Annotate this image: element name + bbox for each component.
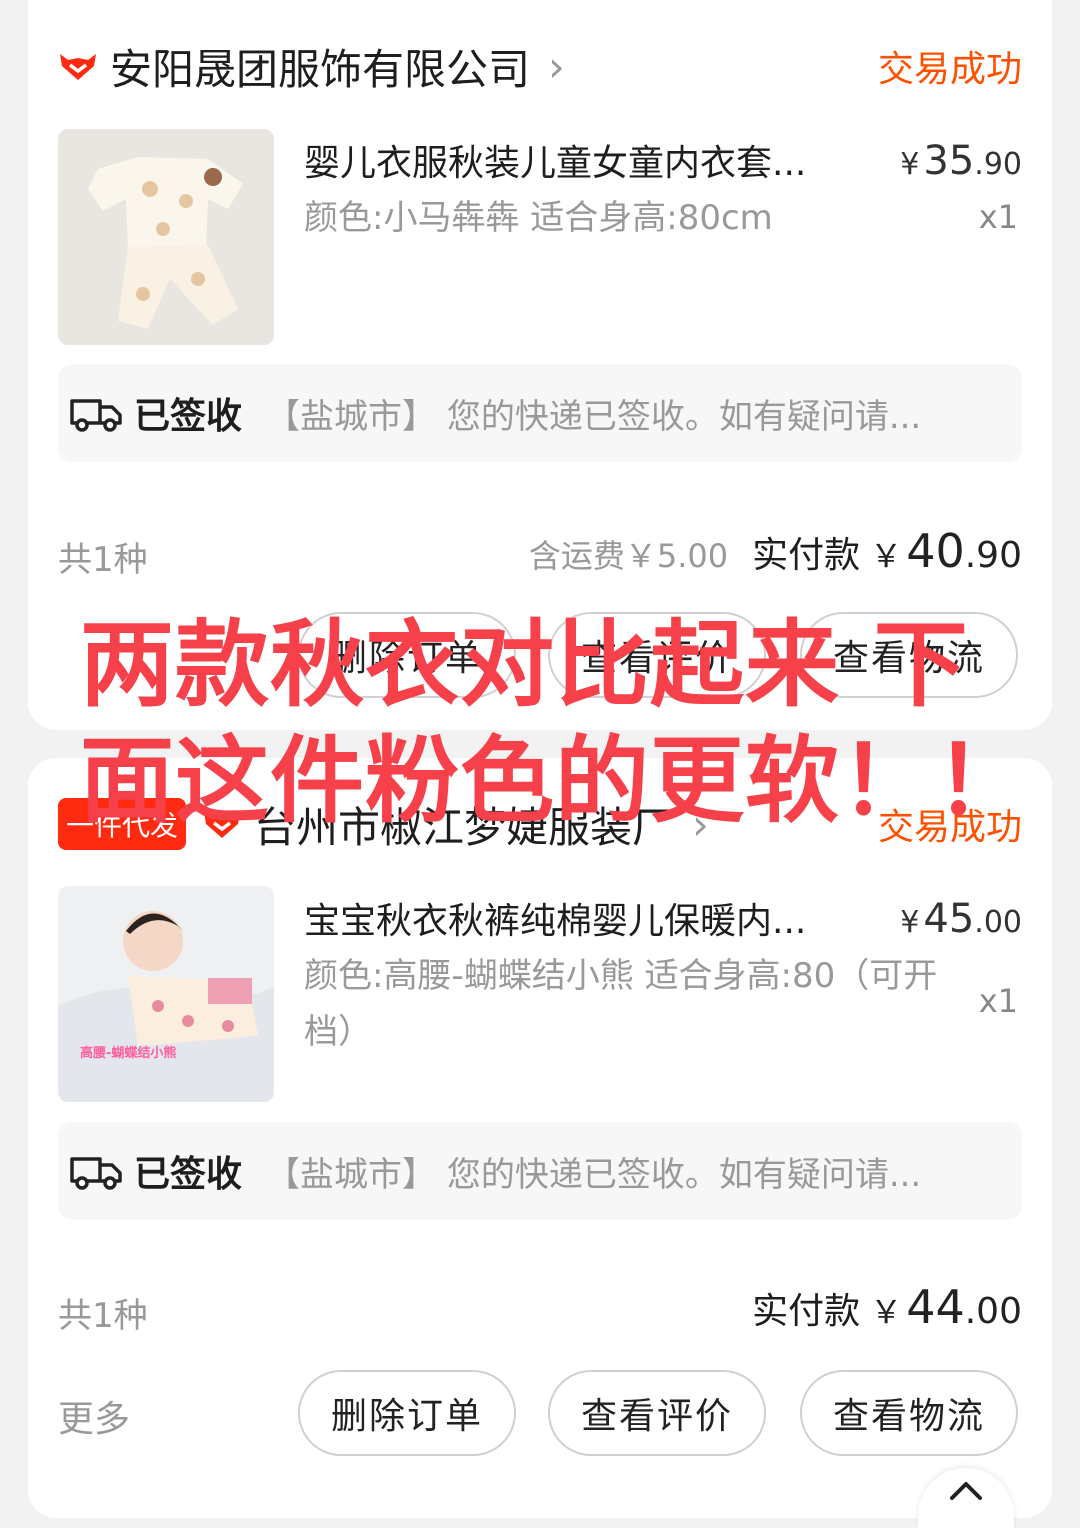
image-caption: 高腰-蝴蝶结小熊 (80, 1046, 177, 1061)
item-count: 共1种 (58, 540, 148, 580)
shop-name[interactable]: 安阳晟团服饰有限公司 (110, 36, 530, 97)
logistics-status: 已签收 (134, 1154, 243, 1195)
product-quantity: x1 (978, 198, 1018, 236)
tmall-cat-icon (204, 812, 241, 838)
more-link[interactable]: 更多 (58, 1390, 130, 1442)
product-price: ¥35.90 (900, 138, 1022, 184)
product-image[interactable] (58, 129, 274, 345)
product-title[interactable]: 婴儿衣服秋装儿童女童内衣套... (304, 134, 864, 186)
paid-label: 实付款 (752, 1291, 861, 1332)
product-quantity: x1 (978, 982, 1018, 1020)
logistics-detail: 【盐城市】 您的快递已签收。如有疑问请... (266, 1154, 922, 1195)
view-logistics-button[interactable]: 查看物流 (800, 1370, 1018, 1456)
item-count: 共1种 (58, 1296, 148, 1336)
order-status: 交易成功 (877, 807, 1022, 848)
logistics-bar[interactable]: 已签收 【盐城市】 您的快递已签收。如有疑问请... (58, 1122, 1022, 1220)
shop-header[interactable]: 一件代发 台州市椒江梦婕服装厂 › 交易成功 (28, 784, 1052, 864)
paid-amount: 40 (906, 524, 965, 578)
chevron-up-icon (950, 1482, 982, 1500)
truck-icon (70, 399, 122, 432)
product-price: ¥45.00 (900, 896, 1022, 942)
order-card: 安阳晟团服饰有限公司 › 交易成功 婴儿衣服秋装儿童女童内衣套... ¥35.9… (28, 0, 1052, 730)
logistics-status: 已签收 (134, 396, 243, 437)
delete-order-button[interactable]: 删除订单 (298, 1370, 516, 1456)
view-review-button[interactable]: 查看评价 (548, 1370, 766, 1456)
payment-summary: 含运费￥5.00 实付款 ￥ 40 .90 (528, 524, 1022, 578)
truck-icon (70, 1157, 122, 1190)
pajama-set-image (58, 129, 274, 345)
shop-header[interactable]: 安阳晟团服饰有限公司 › 交易成功 (28, 26, 1052, 106)
logistics-bar[interactable]: 已签收 【盐城市】 您的快递已签收。如有疑问请... (58, 364, 1022, 462)
dropship-tag: 一件代发 (58, 798, 187, 850)
product-title[interactable]: 宝宝秋衣秋裤纯棉婴儿保暖内... (304, 892, 864, 944)
delete-order-button[interactable]: 删除订单 (298, 612, 516, 698)
product-sku: 颜色:小马犇犇 适合身高:80cm (304, 198, 773, 238)
logistics-detail: 【盐城市】 您的快递已签收。如有疑问请... (266, 396, 922, 437)
view-logistics-button[interactable]: 查看物流 (800, 612, 1018, 698)
shop-name[interactable]: 台州市椒江梦婕服装厂 (254, 794, 674, 855)
chevron-right-icon[interactable]: › (548, 42, 565, 91)
view-review-button[interactable]: 查看评价 (548, 612, 766, 698)
paid-amount: 44 (906, 1280, 965, 1334)
order-card: 一件代发 台州市椒江梦婕服装厂 › 交易成功 高腰-蝴蝶结小熊 宝宝秋衣秋裤纯棉… (28, 758, 1052, 1518)
shipping-fee: 含运费￥5.00 (528, 537, 729, 575)
order-status: 交易成功 (877, 49, 1022, 90)
chevron-right-icon[interactable]: › (692, 800, 709, 849)
product-sku: 颜色:高腰-蝴蝶结小熊 适合身高:80（可开档） (304, 956, 938, 1052)
payment-summary: 实付款 ￥ 44 .00 (752, 1280, 1022, 1334)
tmall-cat-icon (60, 54, 96, 80)
product-image[interactable]: 高腰-蝴蝶结小熊 (58, 886, 274, 1102)
baby-photo-image (58, 886, 274, 1102)
paid-label: 实付款 (752, 535, 861, 576)
